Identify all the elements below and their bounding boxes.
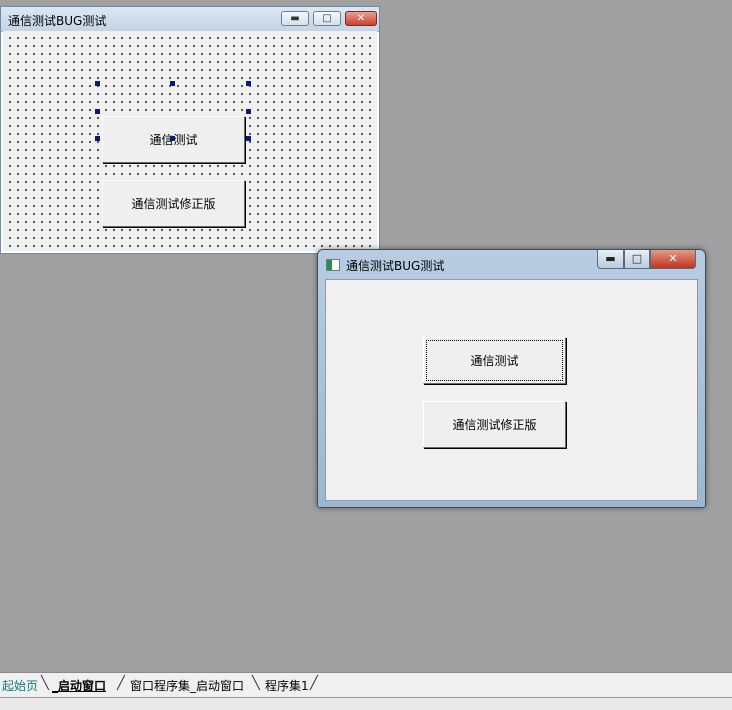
resize-handle-s[interactable] (170, 136, 175, 141)
runtime-title: 通信测试BUG测试 (346, 259, 445, 273)
maximize-icon[interactable]: □ (313, 11, 341, 26)
resize-handle-w[interactable] (95, 109, 100, 114)
design-grid-canvas[interactable]: 通信测试 通信测试修正版 (3, 31, 377, 251)
close-icon[interactable]: ✕ (650, 250, 696, 269)
tab-start-page[interactable]: 起始页 (2, 677, 38, 695)
comm-test-button[interactable]: 通信测试 (423, 337, 566, 384)
editor-tab-bar: 起始页 ╲ _启动窗口 ╱ 窗口程序集_启动窗口 ╲ 程序集1 ╱ (0, 672, 732, 710)
resize-handle-nw[interactable] (95, 81, 100, 86)
designer-titlebar[interactable]: 通信测试BUG测试 ▬ □ ✕ (1, 7, 379, 32)
tab-assembly-1[interactable]: 程序集1 (265, 677, 309, 695)
window-icon (326, 259, 340, 271)
tab-separator: ╱ (117, 676, 125, 691)
designer-form[interactable]: 通信测试BUG测试 ▬ □ ✕ 通信测试 通信测试修正版 (0, 6, 380, 254)
comm-test-fixed-button[interactable]: 通信测试修正版 (102, 180, 245, 227)
comm-test-fixed-button[interactable]: 通信测试修正版 (423, 401, 566, 448)
runtime-window[interactable]: 通信测试BUG测试 ▬ □ ✕ 通信测试 通信测试修正版 (317, 249, 706, 508)
tab-separator: ╲ (41, 676, 49, 691)
tab-startup-window[interactable]: _启动窗口 (52, 677, 106, 695)
resize-handle-sw[interactable] (95, 136, 100, 141)
minimize-icon[interactable]: ▬ (281, 11, 309, 26)
tab-window-assembly[interactable]: 窗口程序集_启动窗口 (130, 677, 244, 695)
runtime-client-area: 通信测试 通信测试修正版 (325, 279, 698, 501)
resize-handle-ne[interactable] (246, 81, 251, 86)
resize-handle-se[interactable] (246, 136, 251, 141)
tab-separator: ╱ (310, 676, 318, 691)
status-strip (0, 698, 732, 710)
resize-handle-n[interactable] (170, 81, 175, 86)
resize-handle-e[interactable] (246, 109, 251, 114)
tab-separator: ╲ (252, 676, 260, 691)
minimize-icon[interactable]: ▬ (597, 250, 624, 269)
close-icon[interactable]: ✕ (345, 11, 377, 26)
designer-title: 通信测试BUG测试 (8, 14, 107, 28)
maximize-icon[interactable]: □ (624, 250, 650, 269)
